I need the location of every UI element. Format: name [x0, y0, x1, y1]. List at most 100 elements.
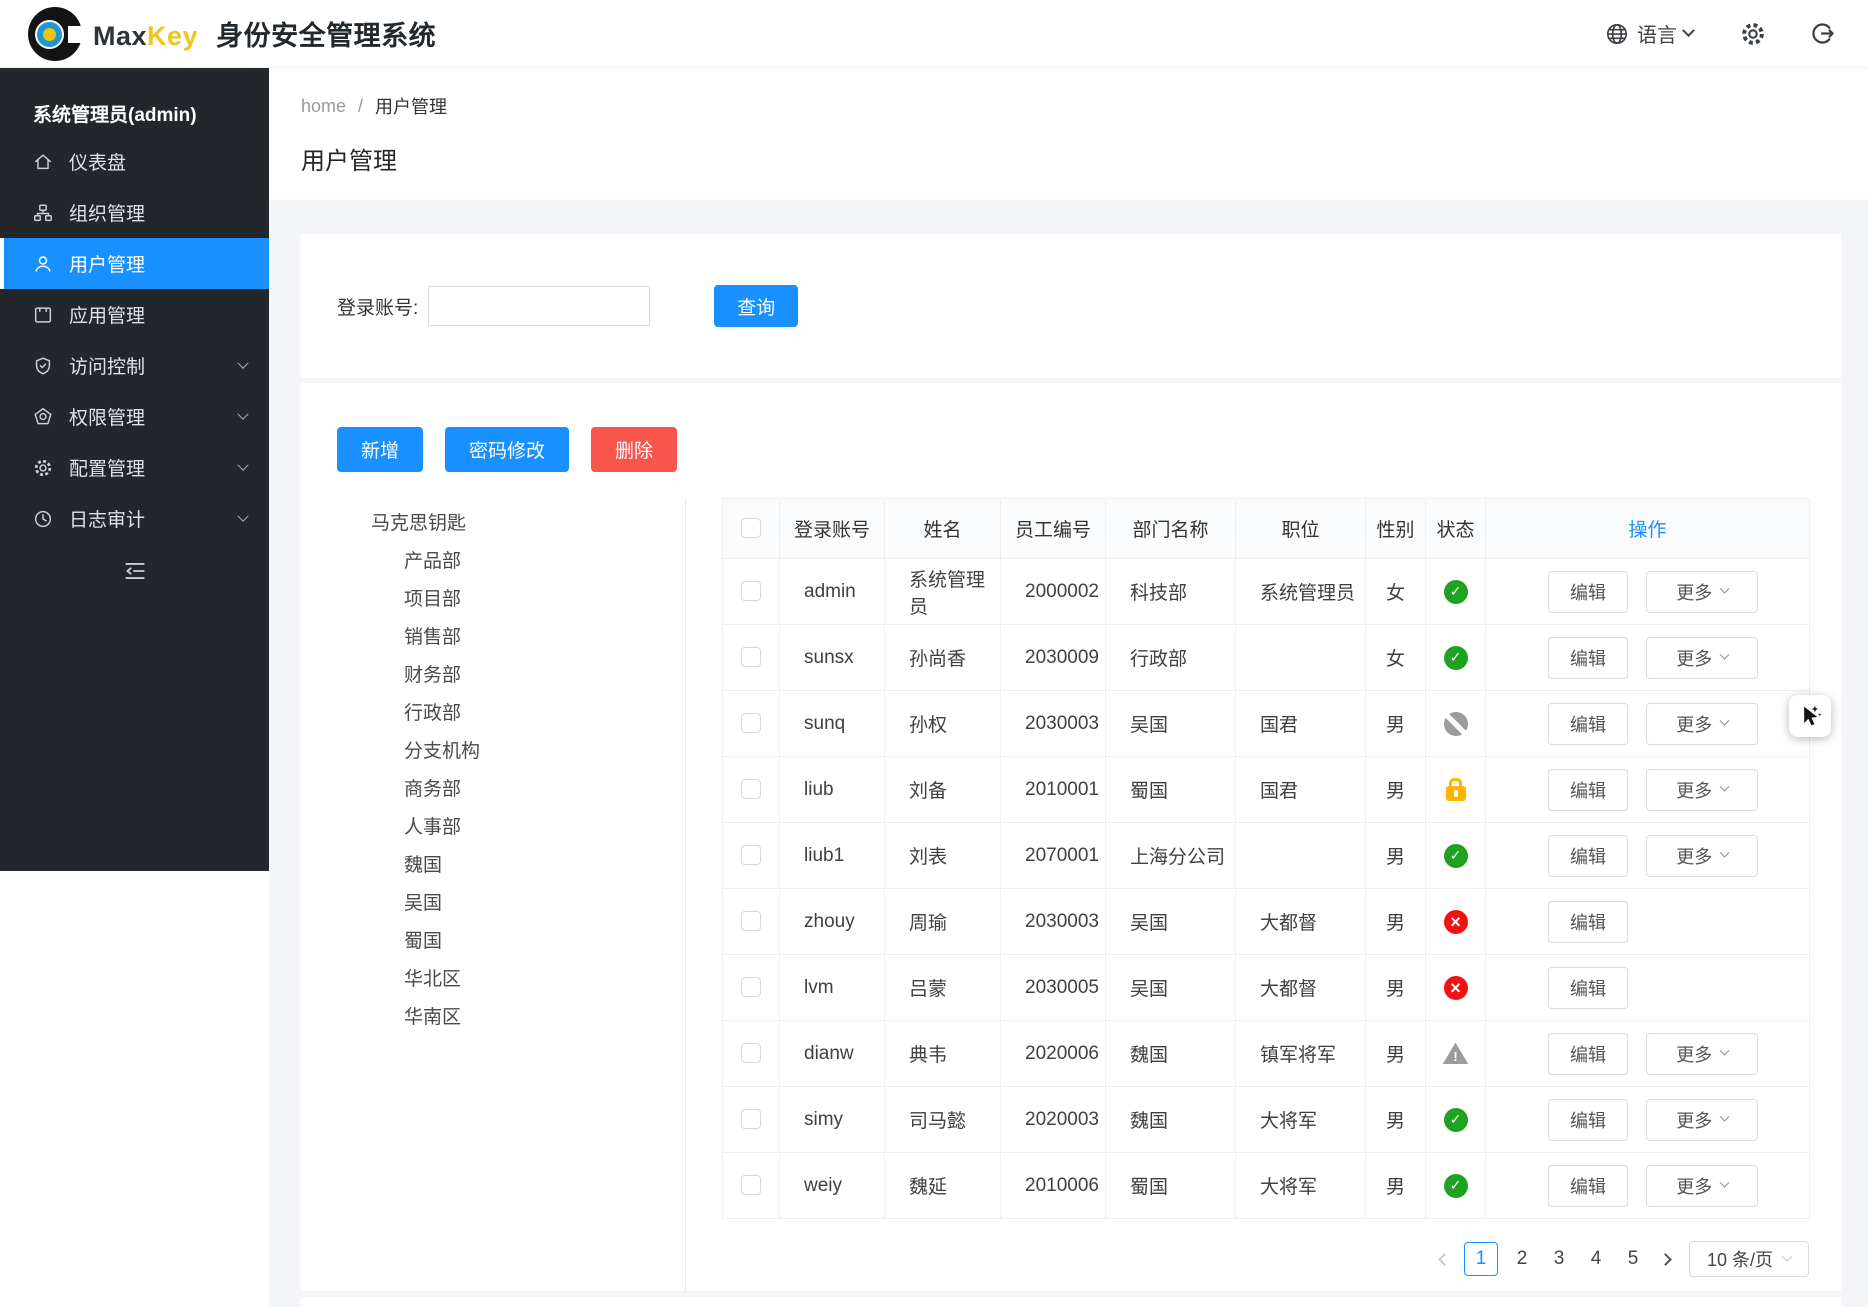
cell-gender: 男 [1366, 823, 1426, 889]
tree-node[interactable]: 华南区 [301, 996, 685, 1034]
sidebar-item-access-control[interactable]: 访问控制 [0, 340, 269, 391]
tree-node[interactable]: 人事部 [301, 806, 685, 844]
row-checkbox[interactable] [741, 977, 761, 997]
col-employee-id: 员工编号 [1001, 499, 1106, 559]
tree-caret-icon[interactable] [382, 856, 398, 870]
more-button[interactable]: 更多 [1646, 1165, 1758, 1207]
status-icon [1444, 1108, 1468, 1132]
more-button[interactable]: 更多 [1646, 637, 1758, 679]
more-button-label: 更多 [1676, 645, 1712, 671]
more-button[interactable]: 更多 [1646, 835, 1758, 877]
query-button[interactable]: 查询 [714, 285, 798, 327]
row-checkbox[interactable] [741, 1043, 761, 1063]
tree-caret-icon[interactable] [382, 704, 398, 718]
row-checkbox[interactable] [741, 713, 761, 733]
tree-node[interactable]: 销售部 [301, 616, 685, 654]
row-checkbox[interactable] [741, 647, 761, 667]
more-button-label: 更多 [1676, 579, 1712, 605]
tree-node[interactable]: 魏国 [301, 844, 685, 882]
tree-caret-icon[interactable] [382, 552, 398, 566]
edit-button[interactable]: 编辑 [1548, 967, 1628, 1009]
tree-node[interactable]: 产品部 [301, 540, 685, 578]
row-checkbox[interactable] [741, 779, 761, 799]
tree-caret-icon[interactable] [382, 742, 398, 756]
tree-node[interactable]: 商务部 [301, 768, 685, 806]
tree-node[interactable]: 项目部 [301, 578, 685, 616]
page-number-button[interactable]: 4 [1583, 1242, 1609, 1276]
row-checkbox[interactable] [741, 581, 761, 601]
more-button[interactable]: 更多 [1646, 571, 1758, 613]
tree-caret-icon[interactable] [382, 666, 398, 680]
tree-node[interactable]: 马克思钥匙 [301, 502, 685, 540]
logout-icon[interactable] [1809, 20, 1836, 47]
tree-caret-icon[interactable] [349, 514, 365, 528]
sidebar-item-users[interactable]: 用户管理 [0, 238, 269, 289]
row-checkbox[interactable] [741, 1109, 761, 1129]
prev-page-button[interactable] [1436, 1251, 1453, 1268]
add-user-button[interactable]: 新增 [337, 427, 423, 472]
more-button[interactable]: 更多 [1646, 703, 1758, 745]
cell-name: 孙尚香 [885, 625, 1001, 691]
tree-caret-icon[interactable] [382, 590, 398, 604]
page-size-select[interactable]: 10 条/页 [1689, 1241, 1809, 1277]
page-number-button[interactable]: 3 [1546, 1242, 1572, 1276]
tree-node[interactable]: 分支机构 [301, 730, 685, 768]
page-number-button[interactable]: 1 [1464, 1242, 1498, 1276]
edit-button[interactable]: 编辑 [1548, 637, 1628, 679]
sidebar-item-dashboard[interactable]: 仪表盘 [0, 136, 269, 187]
edit-button[interactable]: 编辑 [1548, 769, 1628, 811]
row-checkbox[interactable] [741, 911, 761, 931]
more-button[interactable]: 更多 [1646, 769, 1758, 811]
settings-gear-icon[interactable] [1739, 20, 1767, 48]
tree-node[interactable]: 行政部 [301, 692, 685, 730]
tree-caret-icon[interactable] [382, 1008, 398, 1022]
change-password-button[interactable]: 密码修改 [445, 427, 569, 472]
cell-status [1426, 955, 1486, 1021]
cell-gender: 男 [1366, 1021, 1426, 1087]
edit-button[interactable]: 编辑 [1548, 901, 1628, 943]
main-content: home / 用户管理 用户管理 登录账号: 查询 新增 密码修改 删除 [269, 68, 1868, 1307]
cell-employee-id: 2000002 [1001, 559, 1106, 625]
tree-caret-icon[interactable] [382, 970, 398, 984]
tree-caret-icon[interactable] [382, 628, 398, 642]
tree-caret-icon[interactable] [382, 780, 398, 794]
login-account-input[interactable] [428, 286, 650, 326]
edit-button[interactable]: 编辑 [1548, 571, 1628, 613]
next-page-button[interactable] [1657, 1251, 1674, 1268]
sidebar-item-organizations[interactable]: 组织管理 [0, 187, 269, 238]
page-number-button[interactable]: 2 [1509, 1242, 1535, 1276]
tree-node[interactable]: 吴国 [301, 882, 685, 920]
cell-department: 魏国 [1106, 1021, 1236, 1087]
delete-button[interactable]: 删除 [591, 427, 677, 472]
sidebar-item-configuration[interactable]: 配置管理 [0, 442, 269, 493]
language-menu[interactable]: 语言 [1604, 19, 1693, 48]
edit-button[interactable]: 编辑 [1548, 1165, 1628, 1207]
sidebar-item-audit-logs[interactable]: 日志审计 [0, 493, 269, 544]
row-checkbox[interactable] [741, 845, 761, 865]
cell-employee-id: 2020003 [1001, 1087, 1106, 1153]
edit-button[interactable]: 编辑 [1548, 703, 1628, 745]
tree-node[interactable]: 蜀国 [301, 920, 685, 958]
row-checkbox[interactable] [741, 1175, 761, 1195]
chevron-down-icon [1682, 24, 1695, 37]
tree-caret-icon[interactable] [382, 932, 398, 946]
app-title: 身份安全管理系统 [216, 21, 436, 51]
cell-actions: 编辑 更多 [1486, 1153, 1810, 1219]
tree-node[interactable]: 华北区 [301, 958, 685, 996]
page-number-button[interactable]: 5 [1620, 1242, 1646, 1276]
edit-button[interactable]: 编辑 [1548, 1033, 1628, 1075]
sidebar-item-applications[interactable]: 应用管理 [0, 289, 269, 340]
collapse-sidebar-button[interactable] [0, 558, 269, 584]
cell-status [1426, 691, 1486, 757]
edit-button[interactable]: 编辑 [1548, 1099, 1628, 1141]
tree-caret-icon[interactable] [382, 818, 398, 832]
tree-caret-icon[interactable] [382, 894, 398, 908]
breadcrumb-home-link[interactable]: home [301, 96, 346, 117]
more-button[interactable]: 更多 [1646, 1033, 1758, 1075]
edit-button[interactable]: 编辑 [1548, 835, 1628, 877]
sidebar-item-permissions[interactable]: 权限管理 [0, 391, 269, 442]
tree-node[interactable]: 财务部 [301, 654, 685, 692]
select-all-checkbox[interactable] [741, 518, 761, 538]
cell-status [1426, 1021, 1486, 1087]
more-button[interactable]: 更多 [1646, 1099, 1758, 1141]
